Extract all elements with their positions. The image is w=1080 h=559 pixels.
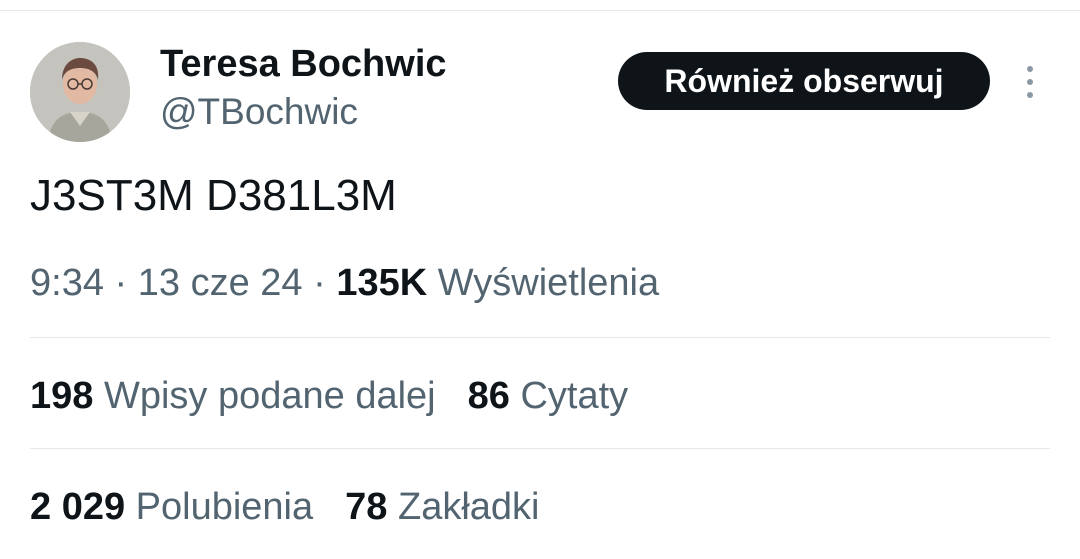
more-vertical-icon-dot	[1027, 92, 1033, 98]
stats-row-reposts-quotes: 198 Wpisy podane dalej 86 Cytaty	[30, 373, 628, 419]
reposts-count: 198	[30, 375, 94, 417]
more-vertical-icon	[1027, 66, 1033, 72]
reposts-label: Wpisy podane dalej	[103, 375, 436, 417]
bookmarks-label: Zakładki	[397, 486, 540, 528]
avatar-image	[30, 42, 130, 142]
more-options-button[interactable]	[1012, 60, 1048, 104]
follow-back-button[interactable]: Również obserwuj	[618, 52, 990, 110]
tweet-date[interactable]: 13 cze 24	[138, 262, 303, 304]
more-vertical-icon-dot	[1027, 79, 1033, 85]
author-handle[interactable]: @TBochwic	[160, 90, 358, 134]
meta-separator: ·	[302, 262, 337, 304]
bookmarks-stat[interactable]: 78 Zakładki	[345, 486, 539, 528]
stats-row-likes-bookmarks: 2 029 Polubienia 78 Zakładki	[30, 484, 539, 530]
tweet-meta: 9:34 · 13 cze 24 · 135K Wyświetlenia	[30, 260, 659, 306]
reposts-stat[interactable]: 198 Wpisy podane dalej	[30, 375, 436, 417]
tweet-text: J3ST3M D381L3M	[30, 171, 397, 220]
top-divider	[0, 10, 1080, 11]
views-label: Wyświetlenia	[437, 262, 660, 304]
likes-label: Polubienia	[135, 486, 314, 528]
quotes-label: Cytaty	[520, 375, 629, 417]
quotes-count: 86	[467, 375, 510, 417]
avatar[interactable]	[30, 42, 130, 142]
likes-count: 2 029	[30, 486, 126, 528]
quotes-stat[interactable]: 86 Cytaty	[468, 375, 629, 417]
bookmarks-count: 78	[345, 486, 388, 528]
meta-separator: ·	[103, 262, 138, 304]
likes-stat[interactable]: 2 029 Polubienia	[30, 486, 313, 528]
divider	[30, 448, 1050, 449]
tweet-time[interactable]: 9:34	[30, 262, 104, 304]
divider	[30, 337, 1050, 338]
views-count: 135K	[336, 262, 428, 304]
author-name[interactable]: Teresa Bochwic	[160, 42, 447, 86]
